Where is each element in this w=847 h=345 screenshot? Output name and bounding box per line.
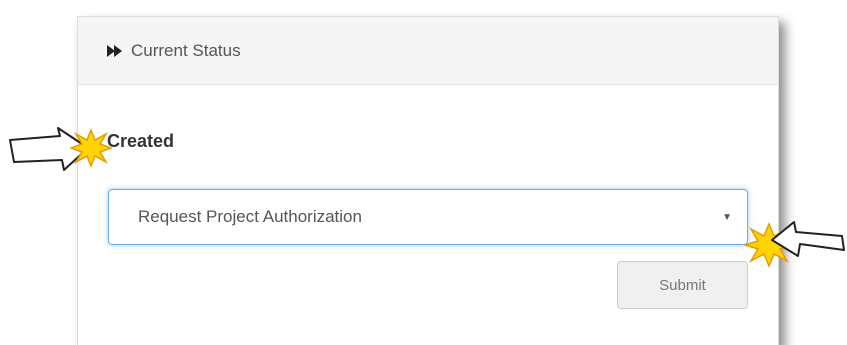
fast-forward-icon	[107, 44, 123, 57]
status-panel: Current Status Created Request Project A…	[77, 16, 779, 345]
screenshot-stage: Current Status Created Request Project A…	[0, 0, 847, 345]
status-select-value: Request Project Authorization	[138, 207, 362, 226]
panel-header: Current Status	[78, 17, 778, 85]
submit-button[interactable]: Submit	[617, 261, 748, 309]
arrow-left-icon	[771, 221, 845, 257]
status-label: Created	[107, 131, 175, 151]
caret-down-icon: ▼	[722, 212, 732, 223]
status-select[interactable]: Request Project Authorization ▼	[108, 189, 748, 245]
starburst-icon	[70, 128, 112, 168]
panel-title: Current Status	[131, 40, 241, 60]
